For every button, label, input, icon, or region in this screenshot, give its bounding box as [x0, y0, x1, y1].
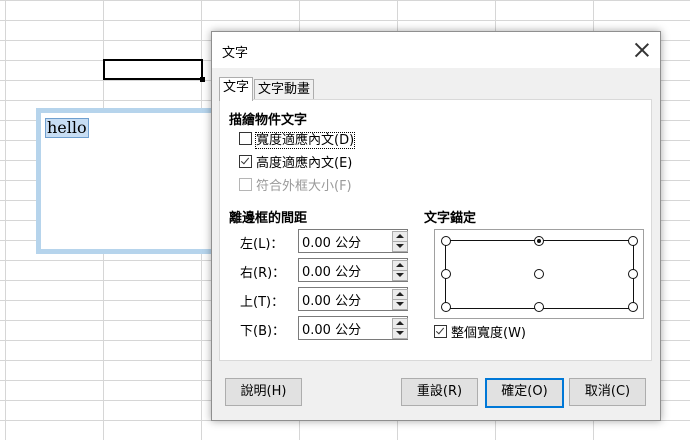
left-spacing-label: 左(L)：	[240, 237, 284, 252]
checkbox-box	[239, 178, 252, 191]
ok-button[interactable]: 確定(O)	[485, 378, 564, 408]
help-button[interactable]: 說明(H)	[225, 378, 302, 406]
tab-text-animation[interactable]: 文字動畫	[254, 79, 315, 100]
anchor-top-center[interactable]	[534, 236, 544, 246]
anchor-top-left[interactable]	[441, 236, 451, 246]
anchor-bottom-right[interactable]	[628, 302, 638, 312]
text-box-content: hello	[45, 118, 89, 138]
checkbox-label: 寬度適應內文(D)	[254, 132, 356, 149]
anchor-middle-right[interactable]	[628, 269, 638, 279]
anchor-bottom-center[interactable]	[534, 302, 544, 312]
anchor-middle-left[interactable]	[441, 269, 451, 279]
fit-frame-checkbox[interactable]: 符合外框大小(F)	[239, 178, 352, 196]
text-dialog: 文字 文字 文字動畫 描繪物件文字 寬度適應內文(D) 高度適應內文(E) 符合…	[211, 31, 661, 421]
chevron-down-icon[interactable]	[392, 328, 408, 339]
full-width-checkbox[interactable]: 整個寬度(W)	[434, 325, 526, 343]
cancel-button[interactable]: 取消(C)	[569, 378, 646, 406]
chevron-down-icon[interactable]	[392, 299, 408, 310]
dialog-title: 文字	[222, 46, 249, 61]
spinner-value: 0.00 公分	[302, 265, 362, 280]
tab-text[interactable]: 文字	[219, 77, 254, 101]
bottom-spacing-spinner[interactable]: 0.00 公分	[298, 316, 408, 340]
top-spacing-label: 上(T)：	[240, 295, 285, 310]
checkbox-label: 高度適應內文(E)	[256, 156, 353, 171]
anchor-center[interactable]	[534, 269, 544, 279]
fit-width-checkbox[interactable]: 寬度適應內文(D)	[239, 132, 356, 150]
right-spacing-spinner[interactable]: 0.00 公分	[298, 258, 408, 282]
active-cell-cursor	[103, 59, 205, 82]
dialog-titlebar: 文字	[212, 32, 660, 68]
right-spacing-label: 右(R)：	[240, 266, 286, 281]
anchor-bottom-left[interactable]	[441, 302, 451, 312]
close-icon[interactable]	[632, 40, 652, 60]
chevron-down-icon[interactable]	[392, 270, 408, 281]
bottom-spacing-label: 下(B)：	[240, 324, 286, 339]
anchor-top-right[interactable]	[628, 236, 638, 246]
spinner-value: 0.00 公分	[302, 294, 362, 309]
fit-height-checkbox[interactable]: 高度適應內文(E)	[239, 155, 352, 173]
checkbox-box	[434, 325, 447, 338]
spinner-value: 0.00 公分	[302, 236, 362, 251]
reset-button[interactable]: 重設(R)	[401, 378, 478, 406]
checkbox-label: 符合外框大小(F)	[256, 179, 352, 194]
checkbox-box	[239, 155, 252, 168]
left-spacing-spinner[interactable]: 0.00 公分	[298, 229, 408, 253]
section-draw-object-text: 描繪物件文字	[229, 113, 308, 128]
section-text-anchor: 文字錨定	[424, 211, 477, 226]
chevron-down-icon[interactable]	[392, 241, 408, 252]
top-spacing-spinner[interactable]: 0.00 公分	[298, 287, 408, 311]
checkbox-box	[239, 132, 252, 145]
anchor-selector	[434, 229, 644, 319]
checkbox-label: 整個寬度(W)	[451, 326, 526, 341]
spinner-value: 0.00 公分	[302, 323, 362, 338]
tab-panel: 描繪物件文字 寬度適應內文(D) 高度適應內文(E) 符合外框大小(F) 離邊框…	[219, 99, 652, 361]
section-spacing: 離邊框的間距	[229, 211, 308, 226]
